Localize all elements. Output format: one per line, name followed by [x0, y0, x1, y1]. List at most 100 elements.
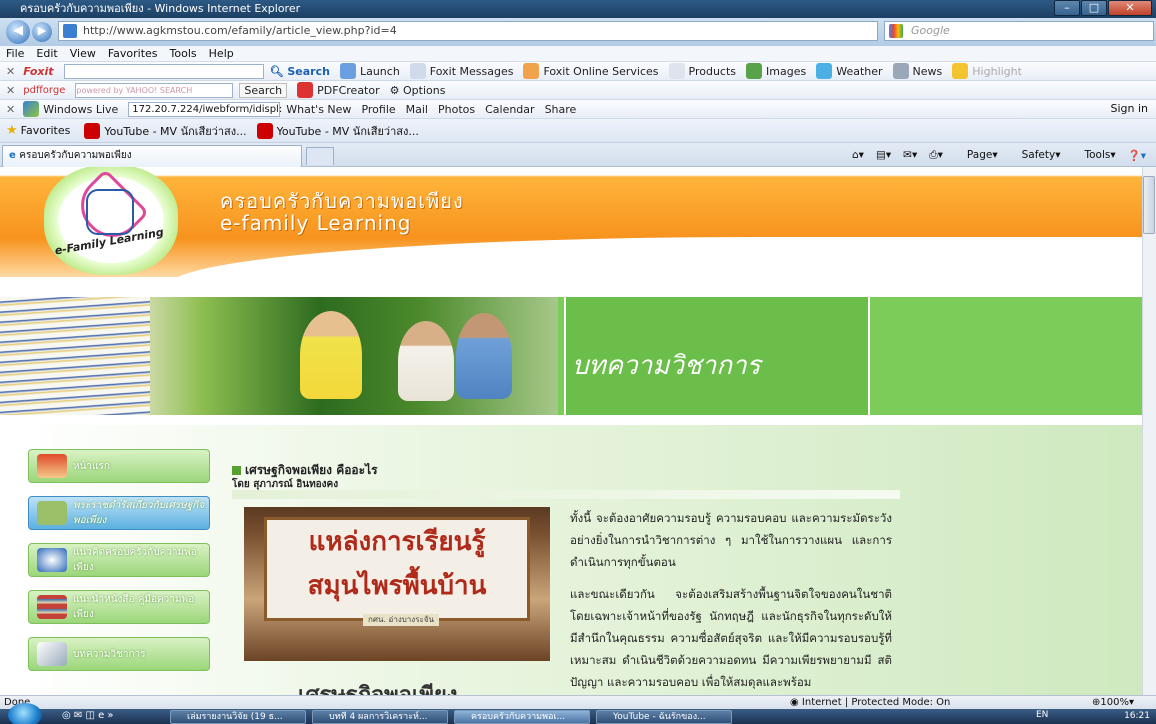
address-bar[interactable]: http://www.agkmstou.com/efamily/article_… [58, 21, 878, 41]
article-paragraph: ทั้งนี้ จะต้องอาศัยความรอบรู้ ความรอบคอบ… [570, 511, 892, 569]
family-icon [37, 548, 67, 572]
foxit-search-button[interactable]: 🔍︎ Search [270, 65, 330, 78]
pdfforge-options[interactable]: ⚙ Options [390, 84, 446, 97]
print-icon[interactable]: ⎙▾ [929, 149, 943, 162]
sign-in-link[interactable]: Sign in [1110, 102, 1148, 115]
tools-menu[interactable]: Tools▾ [1072, 149, 1115, 161]
close-button[interactable]: ✕ [1108, 0, 1152, 16]
safety-menu[interactable]: Safety▾ [1010, 149, 1061, 161]
photos-link[interactable]: Photos [438, 103, 475, 116]
search-icon: 🔍︎ [269, 64, 288, 78]
foxit-weather[interactable]: Weather [816, 63, 883, 79]
foxit-launch[interactable]: Launch [339, 63, 400, 79]
foxit-messages-label: Foxit Messages [429, 64, 514, 78]
start-button[interactable] [8, 703, 42, 724]
foxit-highlight[interactable]: Highlight [952, 63, 1022, 79]
language-indicator[interactable]: EN [1036, 710, 1048, 720]
zoom-level[interactable]: ⊕100%▾ [1092, 696, 1134, 709]
article-divider [232, 490, 900, 499]
live-search-input[interactable]: 172.20.7.224/iwebform/idispl: [128, 101, 282, 117]
taskbar-item-2[interactable]: บทที่ 4 ผลการวิเคราะห์... [312, 710, 448, 724]
security-zone[interactable]: ◉ Internet | Protected Mode: On [790, 696, 950, 709]
launch-icon [339, 63, 356, 79]
products-icon [668, 63, 685, 79]
youtube-icon [256, 122, 273, 139]
yahoo-placeholder: powered by YAHOO! SEARCH [76, 85, 193, 95]
pdfforge-search-button[interactable]: Search [239, 82, 288, 98]
sidebar-item-label: บทความวิชาการ [73, 648, 146, 660]
foxit-images-label: Images [766, 64, 807, 78]
weather-icon [816, 63, 833, 79]
sidebar-item-books[interactable]: แนะนำหนังสือ คู่มือความพอเพียง [28, 590, 210, 624]
foxit-online-label: Foxit Online Services [543, 64, 659, 78]
menu-edit[interactable]: Edit [36, 46, 57, 62]
fav-item-1[interactable]: YouTube - MV นักเสียว่าสง... [84, 122, 247, 140]
pdfcreator-button[interactable]: PDFCreator [297, 82, 380, 98]
fav-item-2[interactable]: YouTube - MV นักเสียว่าสง... [256, 122, 419, 140]
quick-launch-icons[interactable]: ◎ ✉ ◫ e » [62, 710, 114, 721]
whats-new-link[interactable]: What's New [286, 103, 351, 116]
taskbar-item-4[interactable]: YouTube - ฉันรักของ... [596, 710, 732, 724]
favorites-bar: ★ Favorites YouTube - MV นักเสียว่าสง... … [0, 119, 1156, 143]
sidebar-item-label: หน้าแรก [73, 460, 110, 472]
foxit-products-label: Products [688, 64, 737, 78]
page-menu-label: Page [966, 149, 993, 161]
section-heading: บทความวิชาการ [572, 351, 761, 381]
window-titlebar[interactable]: ครอบครัวกับความพอเพียง - Windows Interne… [0, 0, 1156, 18]
pdfforge-brand[interactable]: pdfforge [23, 85, 65, 96]
profile-link[interactable]: Profile [361, 103, 395, 116]
taskbar: ◎ ✉ ◫ e » เล่มรายงานวิจัย (19 ธ... บทที่… [0, 703, 1156, 724]
home-icon[interactable]: ⌂▾ [852, 149, 864, 161]
menu-view[interactable]: View [70, 46, 96, 62]
yahoo-search-input[interactable]: powered by YAHOO! SEARCH [75, 82, 234, 98]
help-icon[interactable]: ❓▾ [1128, 149, 1146, 162]
close-icon[interactable]: ✕ [6, 84, 15, 97]
foxit-messages[interactable]: Foxit Messages [409, 63, 514, 79]
foxit-news[interactable]: News [892, 63, 942, 79]
sidebar-item-label: แนะนำหนังสือ คู่มือความพอเพียง [73, 594, 195, 620]
windows-live-brand[interactable]: Windows Live [23, 101, 118, 117]
foxit-products[interactable]: Products [668, 63, 737, 79]
calendar-link[interactable]: Calendar [485, 103, 534, 116]
page-menu[interactable]: Page▾ [955, 149, 998, 161]
maximize-button[interactable]: □ [1081, 0, 1107, 16]
search-placeholder: Google [911, 24, 950, 37]
foxit-online[interactable]: Foxit Online Services [523, 63, 659, 79]
vertical-scrollbar[interactable] [1142, 167, 1156, 695]
foxit-brand[interactable]: Foxit [23, 65, 53, 78]
mail-link[interactable]: Mail [406, 103, 428, 116]
share-link[interactable]: Share [545, 103, 577, 116]
back-button[interactable]: ◀ [6, 20, 30, 44]
sidebar-item-articles[interactable]: บทความวิชาการ [28, 637, 210, 671]
minimize-button[interactable]: – [1054, 0, 1080, 16]
close-icon[interactable]: ✕ [6, 103, 15, 116]
pdfforge-toolbar: ✕ pdfforge powered by YAHOO! SEARCH Sear… [0, 81, 1156, 100]
close-icon[interactable]: ✕ [6, 65, 15, 78]
taskbar-item-3[interactable]: ครอบครัวกับความพอเ... [454, 710, 590, 724]
menu-file[interactable]: File [6, 46, 24, 62]
new-tab-button[interactable] [306, 147, 334, 165]
forward-button[interactable]: ▶ [32, 22, 52, 42]
foxit-weather-label: Weather [836, 64, 883, 78]
menu-help[interactable]: Help [209, 46, 234, 62]
foxit-search-input[interactable] [63, 63, 264, 79]
windows-live-label: Windows Live [43, 102, 119, 116]
site-logo[interactable]: e-Family Learning [44, 167, 178, 275]
feeds-icon[interactable]: ▤▾ [876, 149, 891, 161]
search-box[interactable]: Google [884, 21, 1154, 41]
menu-tools[interactable]: Tools [170, 46, 197, 62]
menu-favorites[interactable]: Favorites [108, 46, 158, 62]
clock[interactable]: 16:21 [1124, 710, 1150, 723]
sidebar-item-home[interactable]: หน้าแรก [28, 449, 210, 483]
google-icon [889, 24, 903, 38]
foxit-images[interactable]: Images [746, 63, 806, 79]
sidebar-item-royal-speech[interactable]: พระราชดำรัสเกี่ยวกับเศรษฐกิจพอเพียง [28, 496, 210, 530]
mail-icon[interactable]: ✉▾ [903, 149, 917, 161]
sidebar-item-family-concept[interactable]: แนวคิดครอบครัวกับความพอเพียง [28, 543, 210, 577]
favorites-button[interactable]: ★ Favorites [6, 123, 70, 138]
fav-item-2-label: YouTube - MV นักเสียว่าสง... [276, 124, 419, 138]
scrollbar-thumb[interactable] [1143, 176, 1155, 234]
taskbar-item-1[interactable]: เล่มรายงานวิจัย (19 ธ... [170, 710, 306, 724]
tab-active[interactable]: e ครอบครัวกับความพอเพียง [2, 145, 302, 167]
foxit-highlight-label: Highlight [972, 64, 1022, 78]
